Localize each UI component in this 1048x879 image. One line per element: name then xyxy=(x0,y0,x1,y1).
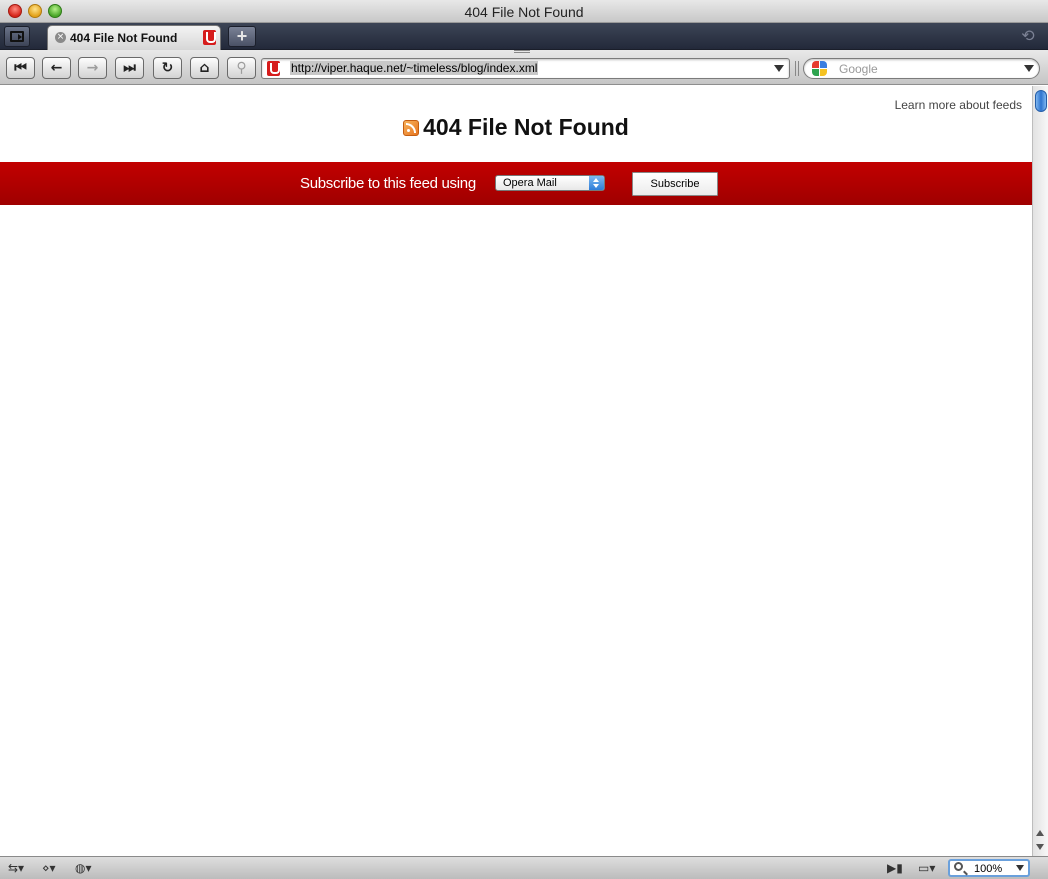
feed-heading: 404 File Not Found xyxy=(0,114,1032,141)
wand-button[interactable]: ⚲ xyxy=(227,57,256,79)
panel-icon xyxy=(10,31,24,42)
forward-button[interactable]: → xyxy=(78,57,107,79)
scroll-up-arrow-icon[interactable] xyxy=(1036,830,1044,836)
page-content: Learn more about feeds 404 File Not Foun… xyxy=(0,86,1032,856)
opera-turbo-icon[interactable]: ◍▾ xyxy=(75,860,92,876)
search-engine-dropdown-icon[interactable] xyxy=(1024,65,1034,72)
fast-forward-button[interactable]: ⏭ xyxy=(115,57,144,79)
reload-button[interactable]: ↻ xyxy=(153,57,182,79)
navigation-toolbar: ⏮ ← → ⏭ ↻ ⌂ ⚲ http://viper.haque.net/~ti… xyxy=(0,50,1048,85)
title-bar: 404 File Not Found xyxy=(0,0,1048,23)
learn-more-link[interactable]: Learn more about feeds xyxy=(895,98,1022,112)
tab-close-icon[interactable]: × xyxy=(55,32,66,43)
subscribe-label: Subscribe to this feed using xyxy=(300,175,476,192)
opera-link-sync-icon[interactable]: ⇆▾ xyxy=(8,860,24,876)
opera-page-icon xyxy=(267,61,280,76)
address-bar[interactable]: http://viper.haque.net/~timeless/blog/in… xyxy=(261,58,790,79)
zoom-value: 100% xyxy=(974,863,1003,875)
home-button[interactable]: ⌂ xyxy=(190,57,219,79)
rss-icon xyxy=(403,120,420,136)
closed-tabs-icon[interactable]: ⟲ xyxy=(1014,26,1042,47)
feed-reader-selected: Opera Mail xyxy=(503,177,557,189)
status-bar: ⇆▾ ⋄▾ ◍▾ ▶▮ ▭▾ 100% xyxy=(0,856,1048,879)
scroll-down-arrow-icon[interactable] xyxy=(1036,844,1044,850)
search-field[interactable]: Google xyxy=(803,58,1040,79)
tab-bar: × 404 File Not Found + ⟲ xyxy=(0,23,1048,50)
vertical-scrollbar[interactable] xyxy=(1032,86,1048,856)
address-dropdown-icon[interactable] xyxy=(774,65,784,72)
subscribe-button[interactable]: Subscribe xyxy=(632,172,718,196)
window-title: 404 File Not Found xyxy=(464,4,584,20)
feed-heading-text: 404 File Not Found xyxy=(423,114,629,140)
camera-icon[interactable]: ▶▮ xyxy=(887,860,903,876)
opera-unite-icon[interactable]: ⋄▾ xyxy=(42,860,56,876)
subscribe-bar: Subscribe to this feed using Opera Mail … xyxy=(0,162,1032,205)
tab-title: 404 File Not Found xyxy=(70,31,178,45)
select-arrows-icon[interactable] xyxy=(589,176,604,190)
feed-reader-select[interactable]: Opera Mail xyxy=(495,175,605,191)
zoom-control[interactable]: 100% xyxy=(948,859,1030,877)
toolbar-grip-icon[interactable] xyxy=(514,50,530,53)
google-icon xyxy=(812,61,827,76)
magnifier-icon xyxy=(954,862,963,871)
zoom-dropdown-icon[interactable] xyxy=(1016,865,1024,871)
tab-active[interactable]: × 404 File Not Found xyxy=(47,25,221,50)
view-icon[interactable]: ▭▾ xyxy=(918,860,935,876)
search-placeholder: Google xyxy=(839,62,878,76)
back-button[interactable]: ← xyxy=(42,57,71,79)
new-tab-button[interactable]: + xyxy=(228,26,256,47)
opera-page-icon xyxy=(203,30,216,45)
toolbar-separator xyxy=(795,61,799,76)
address-text[interactable]: http://viper.haque.net/~timeless/blog/in… xyxy=(290,61,539,75)
scrollbar-thumb[interactable] xyxy=(1035,90,1047,112)
rewind-button[interactable]: ⏮ xyxy=(6,57,35,79)
panel-toggle-button[interactable] xyxy=(4,26,30,47)
